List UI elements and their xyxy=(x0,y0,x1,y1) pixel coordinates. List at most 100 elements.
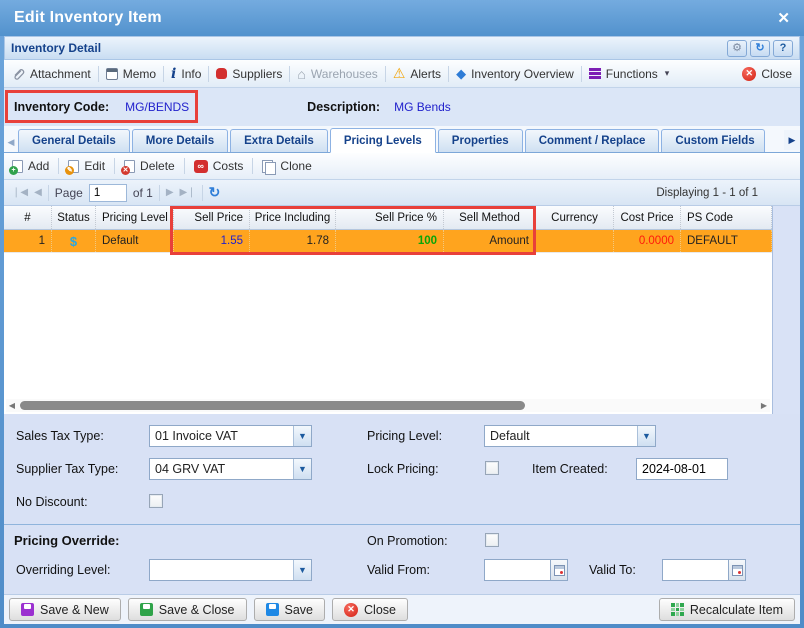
col-header-status[interactable]: Status xyxy=(52,206,96,229)
save-disk-icon xyxy=(266,603,279,616)
functions-menu-button[interactable]: Functions ▾ xyxy=(589,67,670,81)
pager-bar: ❘◀ ◀ Page of 1 ▶ ▶❘ ↻ Displaying 1 - 1 o… xyxy=(4,180,800,206)
costs-button[interactable]: ∞ Costs xyxy=(194,159,244,173)
overriding-level-select[interactable]: ▼ xyxy=(149,559,312,581)
item-created-input[interactable] xyxy=(636,458,728,480)
recalculate-item-button[interactable]: Recalculate Item xyxy=(659,598,795,621)
toolbar-separator xyxy=(98,66,99,82)
window-close-icon[interactable]: ✕ xyxy=(777,9,790,27)
save-and-close-button[interactable]: Save & Close xyxy=(128,598,247,621)
col-header-currency[interactable]: Currency xyxy=(536,206,614,229)
lock-pricing-checkbox[interactable] xyxy=(485,461,499,475)
cell-ps-code: DEFAULT xyxy=(681,230,772,252)
prev-page-icon[interactable]: ◀ xyxy=(34,187,42,198)
tab-comment-replace[interactable]: Comment / Replace xyxy=(525,129,660,152)
scroll-right-icon[interactable]: ▶ xyxy=(758,401,770,410)
main-toolbar: Attachment Memo i Info Suppliers ⌂ Wareh… xyxy=(4,60,800,88)
horizontal-scrollbar[interactable]: ◀ ▶ xyxy=(6,399,770,412)
col-header-sell-method[interactable]: Sell Method xyxy=(444,206,536,229)
edit-page-icon: ✎ xyxy=(68,160,79,173)
tab-custom-fields[interactable]: Custom Fields xyxy=(661,129,765,152)
tab-properties[interactable]: Properties xyxy=(438,129,523,152)
valid-from-input[interactable] xyxy=(484,559,550,581)
alerts-label: Alerts xyxy=(410,67,441,81)
scrollbar-thumb[interactable] xyxy=(20,401,525,410)
delete-label: Delete xyxy=(140,159,175,173)
save-disk-icon xyxy=(21,603,34,616)
next-page-icon[interactable]: ▶ xyxy=(166,187,174,198)
toolbar-separator xyxy=(289,66,290,82)
tab-scroll-left-icon[interactable]: ◀ xyxy=(4,132,18,152)
tab-pricing-levels[interactable]: Pricing Levels xyxy=(330,128,436,153)
tab-scroll-right-icon[interactable]: ▶ xyxy=(784,130,800,150)
add-button[interactable]: + Add xyxy=(12,159,49,173)
save-close-label: Save & Close xyxy=(159,603,235,617)
pricing-level-select[interactable]: Default ▼ xyxy=(484,425,656,447)
warehouses-label: Warehouses xyxy=(311,67,378,81)
tab-more-details[interactable]: More Details xyxy=(132,129,228,152)
valid-to-field[interactable] xyxy=(662,559,746,581)
cell-cost-price: 0.0000 xyxy=(614,230,681,252)
edit-label: Edit xyxy=(84,159,105,173)
memo-button[interactable]: Memo xyxy=(106,67,156,81)
col-header-price-including[interactable]: Price Including xyxy=(250,206,336,229)
suppliers-label: Suppliers xyxy=(232,67,282,81)
tab-general-details[interactable]: General Details xyxy=(18,129,130,152)
first-page-icon[interactable]: ❘◀ xyxy=(12,187,28,198)
tax-pricing-form: Sales Tax Type: 01 Invoice VAT ▼ Pricing… xyxy=(4,414,800,524)
recalculate-label: Recalculate Item xyxy=(690,603,783,617)
vertical-scrollbar-track[interactable] xyxy=(772,206,800,414)
tab-extra-details[interactable]: Extra Details xyxy=(230,129,328,152)
cell-price-including: 1.78 xyxy=(250,230,336,252)
col-header-sell-price-pct[interactable]: Sell Price % xyxy=(336,206,444,229)
last-page-icon[interactable]: ▶❘ xyxy=(180,187,196,198)
valid-from-field[interactable] xyxy=(484,559,568,581)
add-page-icon: + xyxy=(12,160,23,173)
no-discount-checkbox[interactable] xyxy=(149,494,163,508)
col-header-ps-code[interactable]: PS Code xyxy=(681,206,772,229)
inventory-code-label: Inventory Code: xyxy=(14,100,109,114)
calendar-icon[interactable] xyxy=(550,559,568,581)
delete-button[interactable]: ✕ Delete xyxy=(124,159,175,173)
suppliers-icon xyxy=(216,68,227,79)
save-and-new-button[interactable]: Save & New xyxy=(9,598,121,621)
add-label: Add xyxy=(28,159,49,173)
clone-button[interactable]: Clone xyxy=(262,159,311,173)
info-button[interactable]: i Info xyxy=(171,66,201,82)
item-created-label: Item Created: xyxy=(532,462,608,476)
page-label: Page xyxy=(55,186,83,200)
col-header-cost-price[interactable]: Cost Price xyxy=(614,206,681,229)
calendar-icon[interactable] xyxy=(728,559,746,581)
table-row[interactable]: 1 $ Default 1.55 1.78 100 Amount 0.0000 … xyxy=(4,230,772,253)
displaying-status: Displaying 1 - 1 of 1 xyxy=(656,187,792,199)
grid-refresh-icon[interactable]: ↻ xyxy=(209,184,221,201)
col-header-pricing-level[interactable]: Pricing Level xyxy=(96,206,174,229)
save-button[interactable]: Save xyxy=(254,598,326,621)
settings-gear-icon[interactable]: ⚙ xyxy=(727,40,747,57)
toolbar-separator xyxy=(581,66,582,82)
save-disk-icon xyxy=(140,603,153,616)
close-button-label: Close xyxy=(364,603,396,617)
close-button[interactable]: ✕ Close xyxy=(332,598,408,621)
sales-tax-type-label: Sales Tax Type: xyxy=(16,429,104,443)
close-button-toolbar[interactable]: ✕ Close xyxy=(742,67,792,81)
alerts-button[interactable]: ⚠ Alerts xyxy=(393,65,441,82)
page-number-input[interactable] xyxy=(89,184,127,202)
clone-icon xyxy=(262,160,275,173)
edit-button[interactable]: ✎ Edit xyxy=(68,159,105,173)
on-promotion-checkbox[interactable] xyxy=(485,533,499,547)
col-header-num[interactable]: # xyxy=(4,206,52,229)
attachment-button[interactable]: Attachment xyxy=(12,67,91,81)
toolbar-separator xyxy=(163,66,164,82)
col-header-sell-price[interactable]: Sell Price xyxy=(174,206,250,229)
titlebar: Edit Inventory Item ✕ xyxy=(0,0,804,36)
help-icon[interactable]: ? xyxy=(773,40,793,57)
scroll-left-icon[interactable]: ◀ xyxy=(6,401,18,410)
sales-tax-type-select[interactable]: 01 Invoice VAT ▼ xyxy=(149,425,312,447)
inventory-overview-button[interactable]: ◆ Inventory Overview xyxy=(456,66,574,82)
suppliers-button[interactable]: Suppliers xyxy=(216,67,282,81)
supplier-tax-type-select[interactable]: 04 GRV VAT ▼ xyxy=(149,458,312,480)
refresh-icon[interactable]: ↻ xyxy=(750,40,770,57)
attachment-label: Attachment xyxy=(30,67,91,81)
valid-to-input[interactable] xyxy=(662,559,728,581)
